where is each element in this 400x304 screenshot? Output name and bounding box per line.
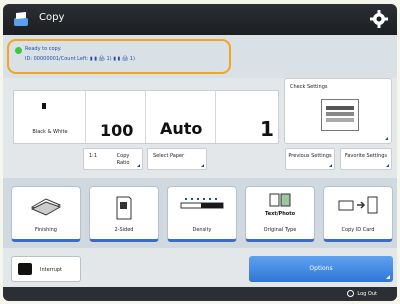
check-settings-label: Check Settings [290,84,328,90]
copies-value: 1 [260,117,274,141]
status-message: Ready to copy. [25,46,62,52]
options-button[interactable]: Options [249,256,393,282]
copy-app-icon [14,12,28,26]
status-count: ID: 00000001/Count Left: ▮ ▮ 🖨 1) ▮ ▮ 🖨 … [25,56,135,62]
paper-cell[interactable]: Auto [146,91,216,143]
id-card-icon [338,196,378,214]
check-settings-button[interactable]: Check Settings [284,78,392,144]
logout-button[interactable]: Log Out [347,290,377,297]
original-type-button[interactable]: Text/Photo Original Type [245,186,315,242]
black-white-icon [42,103,46,109]
copy-id-card-button[interactable]: Copy ID Card [323,186,393,242]
previous-settings-button[interactable]: Previous Settings [285,148,335,170]
corner-arrow-icon [386,275,390,279]
corner-arrow-icon [201,164,204,167]
paper-value: Auto [160,119,203,138]
color-mode-label: Black & White [32,129,68,135]
footer-bar: Log Out [3,287,397,301]
two-sided-label: 2-Sided [114,227,134,233]
page-preview-icon [321,99,359,131]
corner-arrow-icon [386,164,389,167]
logout-label: Log Out [357,291,377,297]
ratio-cell[interactable]: 100 % [86,91,146,158]
copy-ratio-button[interactable]: 1:1 Copy Ratio [83,148,143,170]
function-buttons-row: Finishing 2-Sided Density Text/Photo Ori… [3,178,397,248]
one-to-one-label: 1:1 [89,153,98,159]
interrupt-label: Interrupt [40,267,63,273]
corner-arrow-icon [385,137,388,140]
app-title: Copy [39,12,65,23]
corner-arrow-icon [329,164,332,167]
select-paper-label: Select Paper [153,153,185,159]
copy-settings-panel: Black & White 100 % Auto 1 1:1 Copy Rati… [3,78,397,178]
original-type-value: Text/Photo [264,211,296,217]
interrupt-button[interactable]: Interrupt [11,256,81,282]
copies-cell[interactable]: 1 [216,91,278,143]
color-mode-cell[interactable]: Black & White [14,91,86,143]
logout-icon [347,290,355,297]
original-type-icon [269,193,291,207]
copy-screen: Copy Ready to copy. ID: 00000001/Count L… [3,4,397,301]
status-area: Ready to copy. ID: 00000001/Count Left: … [3,35,397,78]
header-bar: Copy [3,4,397,35]
finishing-button[interactable]: Finishing [11,186,81,242]
gear-icon[interactable] [369,9,389,29]
two-sided-button[interactable]: 2-Sided [89,186,159,242]
settings-summary: Black & White 100 % Auto 1 [13,90,279,158]
original-type-label: Original Type [263,227,297,233]
density-icon [180,198,224,209]
stapler-icon [30,198,62,216]
copy-id-card-label: Copy ID Card [341,227,375,233]
bottom-bar: Interrupt Options Log Out [3,248,397,301]
options-label: Options [309,265,333,272]
interrupt-icon [18,263,32,275]
favorite-settings-label: Favorite Settings [344,153,388,159]
favorite-settings-button[interactable]: Favorite Settings [340,148,392,170]
corner-arrow-icon [137,164,140,167]
two-sided-icon [116,196,132,220]
density-button[interactable]: Density [167,186,237,242]
finishing-label: Finishing [35,227,57,233]
previous-settings-label: Previous Settings [288,153,332,159]
copy-ratio-label: Copy Ratio [116,153,130,166]
density-label: Density [192,227,212,233]
select-paper-button[interactable]: Select Paper [147,148,207,170]
ready-indicator-icon [15,47,22,54]
status-box[interactable]: Ready to copy. ID: 00000001/Count Left: … [7,39,231,74]
